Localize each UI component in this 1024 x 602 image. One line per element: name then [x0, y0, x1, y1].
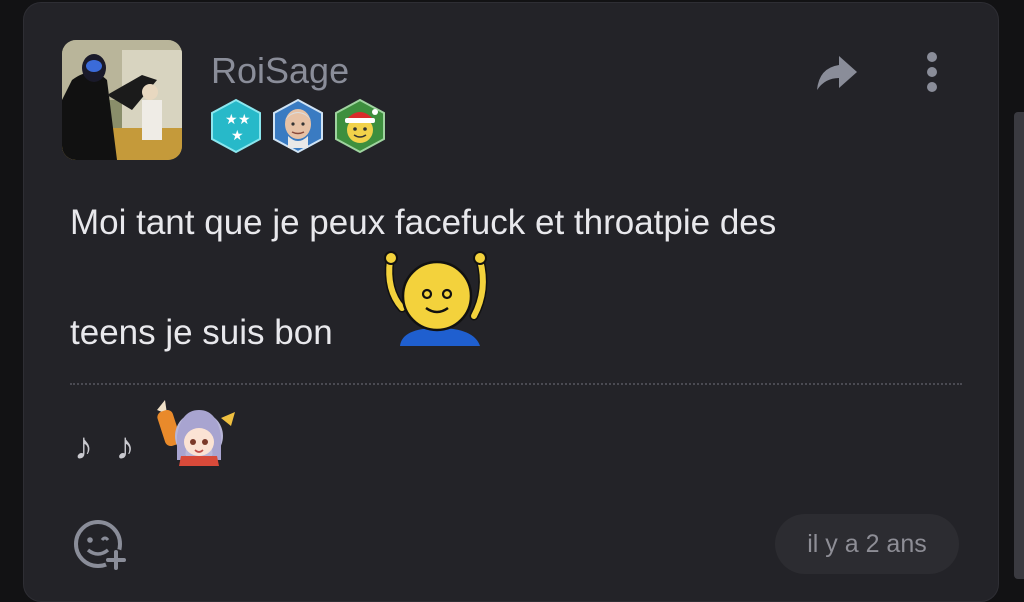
signature-notes: ♪ ♪: [74, 426, 141, 468]
svg-text:★: ★: [225, 112, 238, 128]
old-man-badge[interactable]: [272, 98, 324, 154]
post-message-line2: teens je suis bon: [70, 313, 333, 352]
post-message-line1: Moi tant que je peux facefuck et throatp…: [70, 203, 777, 242]
avatar[interactable]: [62, 40, 182, 160]
timestamp-text: il y a 2 ans: [807, 529, 927, 558]
svg-text:★: ★: [238, 112, 251, 128]
timestamp-badge: il y a 2 ans: [775, 514, 959, 574]
add-reaction-icon[interactable]: [72, 518, 128, 572]
santa-smiley-badge[interactable]: [334, 98, 386, 154]
username[interactable]: RoiSage: [211, 50, 349, 92]
more-vertical-icon[interactable]: [918, 50, 946, 96]
scrollbar[interactable]: [1014, 112, 1024, 579]
stars-badge[interactable]: ★ ★ ★: [210, 98, 262, 154]
anime-girl-waving-sticker: [155, 400, 239, 466]
raised-hands-smiley-icon: [382, 250, 494, 346]
share-arrow-icon[interactable]: [813, 52, 861, 94]
svg-text:★: ★: [231, 128, 244, 144]
signature-divider: [70, 383, 962, 385]
